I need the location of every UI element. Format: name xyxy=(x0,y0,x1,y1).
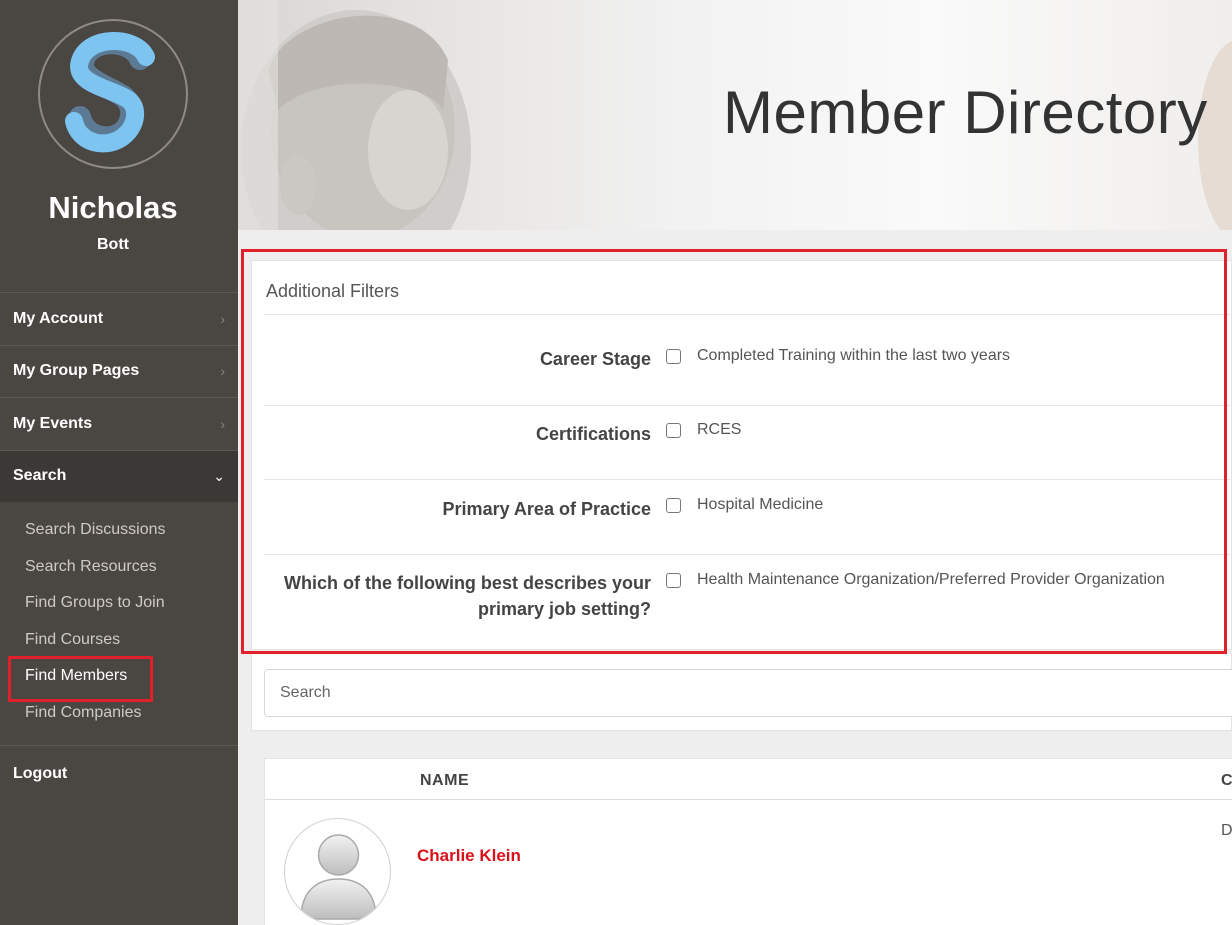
page-title: Member Directory xyxy=(723,79,1208,146)
results-table xyxy=(264,758,1232,925)
subnav-search-resources[interactable]: Search Resources xyxy=(25,558,157,576)
sidebar-item-my-group-pages[interactable]: My Group Pages › xyxy=(0,344,238,398)
highlight-box xyxy=(8,656,153,702)
member-name-link[interactable]: Charlie Klein xyxy=(417,846,521,866)
avatar[interactable] xyxy=(284,818,391,925)
divider xyxy=(265,799,1232,800)
sidebar-nav: My Account › My Group Pages › My Events … xyxy=(0,292,238,502)
sidebar-item-label: My Account xyxy=(13,309,104,327)
chevron-right-icon: › xyxy=(220,310,225,327)
default-user-icon xyxy=(300,834,377,920)
user-last-name: Bott xyxy=(97,236,129,253)
column-header-name[interactable]: NAME xyxy=(420,772,469,790)
sidebar-item-search[interactable]: Search ⌄ xyxy=(0,449,238,502)
chevron-down-icon: ⌄ xyxy=(213,467,225,484)
sidebar-item-my-account[interactable]: My Account › xyxy=(0,292,238,345)
hero-banner: Member Directory xyxy=(238,0,1232,230)
sidebar: Nicholas Bott My Account › My Group Page… xyxy=(0,0,238,925)
logout-link[interactable]: Logout xyxy=(13,765,67,783)
table-cell: D xyxy=(1221,822,1232,839)
sidebar-item-label: My Events xyxy=(13,414,93,432)
logo-icon xyxy=(38,19,188,169)
user-first-name: Nicholas xyxy=(48,190,178,225)
sidebar-item-label: Search xyxy=(13,467,67,485)
subnav-find-courses[interactable]: Find Courses xyxy=(25,631,120,649)
highlight-box xyxy=(241,249,1227,654)
column-header-second[interactable]: C xyxy=(1221,772,1232,790)
subnav-find-companies[interactable]: Find Companies xyxy=(25,704,142,722)
chevron-right-icon: › xyxy=(220,363,225,380)
chevron-right-icon: › xyxy=(220,415,225,432)
subnav-search-discussions[interactable]: Search Discussions xyxy=(25,521,166,539)
sidebar-item-my-events[interactable]: My Events › xyxy=(0,397,238,450)
subnav-find-groups[interactable]: Find Groups to Join xyxy=(25,594,165,612)
sidebar-item-label: My Group Pages xyxy=(13,362,140,380)
search-input[interactable] xyxy=(264,669,1232,717)
